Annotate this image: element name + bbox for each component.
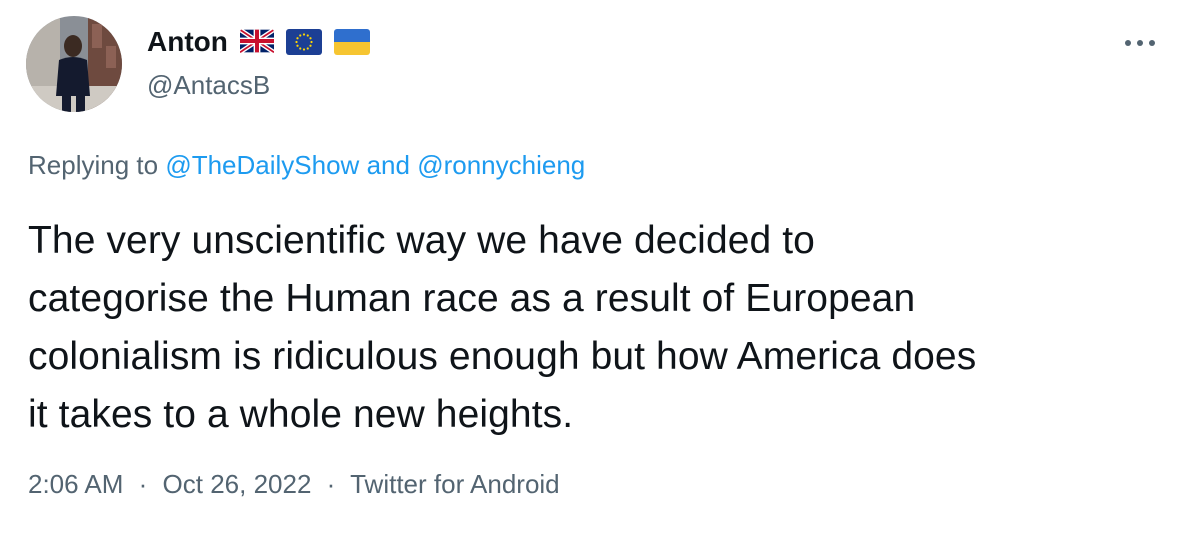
meta-separator: · [138,469,148,499]
meta-separator: · [326,469,336,499]
tweet-text-line: it takes to a whole new heights. [28,393,574,436]
mention-ronnychieng-link[interactable]: @ronnychieng [417,150,585,180]
tweet-source-link[interactable]: Twitter for Android [350,469,560,499]
avatar[interactable] [26,16,122,112]
uk-flag-icon [239,29,274,55]
tweet-text-line: The very unscientific way we have decide… [28,219,815,262]
reply-context: Replying to @TheDailyShow and @ronnychie… [28,147,585,183]
author-handle[interactable]: @AntacsB [147,68,270,102]
eu-flag-icon [285,29,322,55]
reply-context-joiner: and [366,150,410,180]
author-name-row: Anton [147,24,370,60]
tweet-date-link[interactable]: Oct 26, 2022 [163,469,312,499]
author-display-name[interactable]: Anton [147,24,228,60]
mention-thedailyshow-link[interactable]: @TheDailyShow [165,150,359,180]
tweet-time-link[interactable]: 2:06 AM [28,469,123,499]
more-options-button[interactable] [1118,26,1162,60]
tweet-text-line: colonialism is ridiculous enough but how… [28,335,977,378]
tweet-text: The very unscientific way we have decide… [28,212,1178,444]
more-horizontal-icon [1125,40,1155,46]
reply-context-prefix: Replying to [28,150,159,180]
tweet-card: Anton @AntacsB Replying to @TheDailyShow… [0,0,1196,534]
tweet-meta: 2:06 AM · Oct 26, 2022 · Twitter for And… [28,466,560,502]
ukraine-flag-icon [333,29,370,55]
tweet-text-line: categorise the Human race as a result of… [28,277,916,320]
